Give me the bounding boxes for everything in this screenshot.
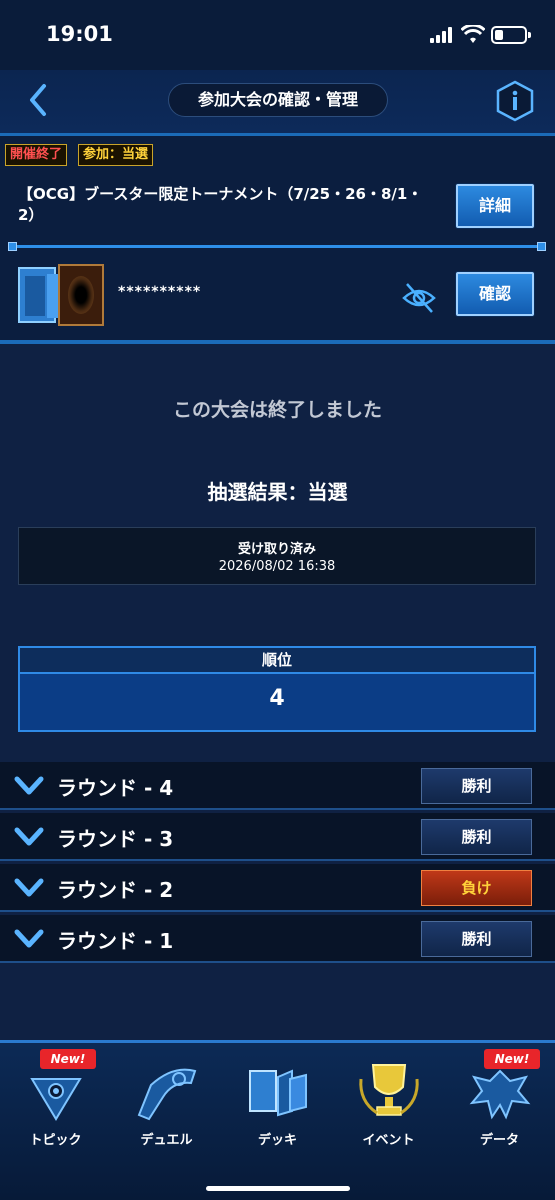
home-indicator [206,1186,350,1191]
nav-item-event[interactable]: イベント [333,1051,444,1161]
nav-item-duel[interactable]: デュエル [111,1051,222,1161]
nav-label: データ [479,1133,519,1148]
rank-box: 順位 4 [18,646,536,732]
chevron-down-icon [14,776,44,795]
deck-name: ********** [118,284,202,300]
round-result-button[interactable]: 負け [421,870,532,906]
receipt-label: 受け取り済み [237,542,316,557]
deck-box-icon [18,267,59,323]
round-row-4[interactable]: ラウンド - 4 勝利 [0,762,555,810]
round-row-2[interactable]: ラウンド - 2 負け [0,864,555,912]
round-result-button[interactable]: 勝利 [421,819,532,855]
chevron-down-icon [14,827,44,846]
round-label: ラウンド - 4 [57,776,174,800]
nav-label: トピック [29,1133,82,1148]
nav-label: デッキ [257,1133,297,1148]
round-label: ラウンド - 2 [57,878,174,902]
divider [8,242,546,251]
eye-off-icon[interactable] [401,280,437,316]
round-row-1[interactable]: ラウンド - 1 勝利 [0,915,555,963]
round-label: ラウンド - 3 [57,827,174,851]
status-badge-entry: 参加：当選 [78,144,154,166]
status-bar: 19:01 [0,0,555,70]
nav-item-topic[interactable]: New! トピック [0,1049,111,1161]
back-icon[interactable] [24,82,54,118]
round-label: ラウンド - 1 [57,929,174,953]
lottery-result: 抽選結果：当選 [207,480,348,504]
confirm-button[interactable]: 確認 [456,272,534,316]
bottom-nav: New! トピック デュエル デッキ イベント New! データ [0,1040,555,1200]
detail-button[interactable]: 詳細 [456,184,534,228]
receipt-date: 2026/08/02 16:38 [218,559,336,574]
ended-message: この大会は終了しました [172,399,382,421]
tournament-name: 【OCG】ブースター限定トーナメント（7/25・26・8/1・2） [18,185,423,224]
new-badge: New! [484,1049,540,1069]
tournament-panel: 開催終了 参加：当選 【OCG】ブースター限定トーナメント（7/25・26・8/… [0,136,555,344]
card-back-image [58,264,104,326]
header: 参加大会の確認・管理 [0,70,555,136]
round-result-button[interactable]: 勝利 [421,921,532,957]
battery-icon [491,26,531,44]
page-title: 参加大会の確認・管理 [168,83,388,117]
round-result-button[interactable]: 勝利 [421,768,532,804]
wifi-icon [461,25,485,43]
nav-item-deck[interactable]: デッキ [222,1051,333,1161]
nav-label: イベント [362,1133,415,1148]
event-icon [359,1064,419,1116]
rank-label: 順位 [20,648,534,674]
duel-icon [137,1068,197,1121]
info-icon[interactable] [494,80,536,122]
rank-value: 4 [269,686,285,711]
signal-icon [430,27,454,43]
receipt-box: 受け取り済み 2026/08/02 16:38 [18,527,536,585]
nav-label: デュエル [140,1133,193,1148]
status-time: 19:01 [46,22,113,46]
chevron-down-icon [14,929,44,948]
round-row-3[interactable]: ラウンド - 3 勝利 [0,813,555,861]
status-badge-ended: 開催終了 [5,144,68,166]
new-badge: New! [40,1049,96,1069]
chevron-down-icon [14,878,44,897]
deck-icon [249,1069,307,1117]
nav-item-data[interactable]: New! データ [444,1049,555,1161]
